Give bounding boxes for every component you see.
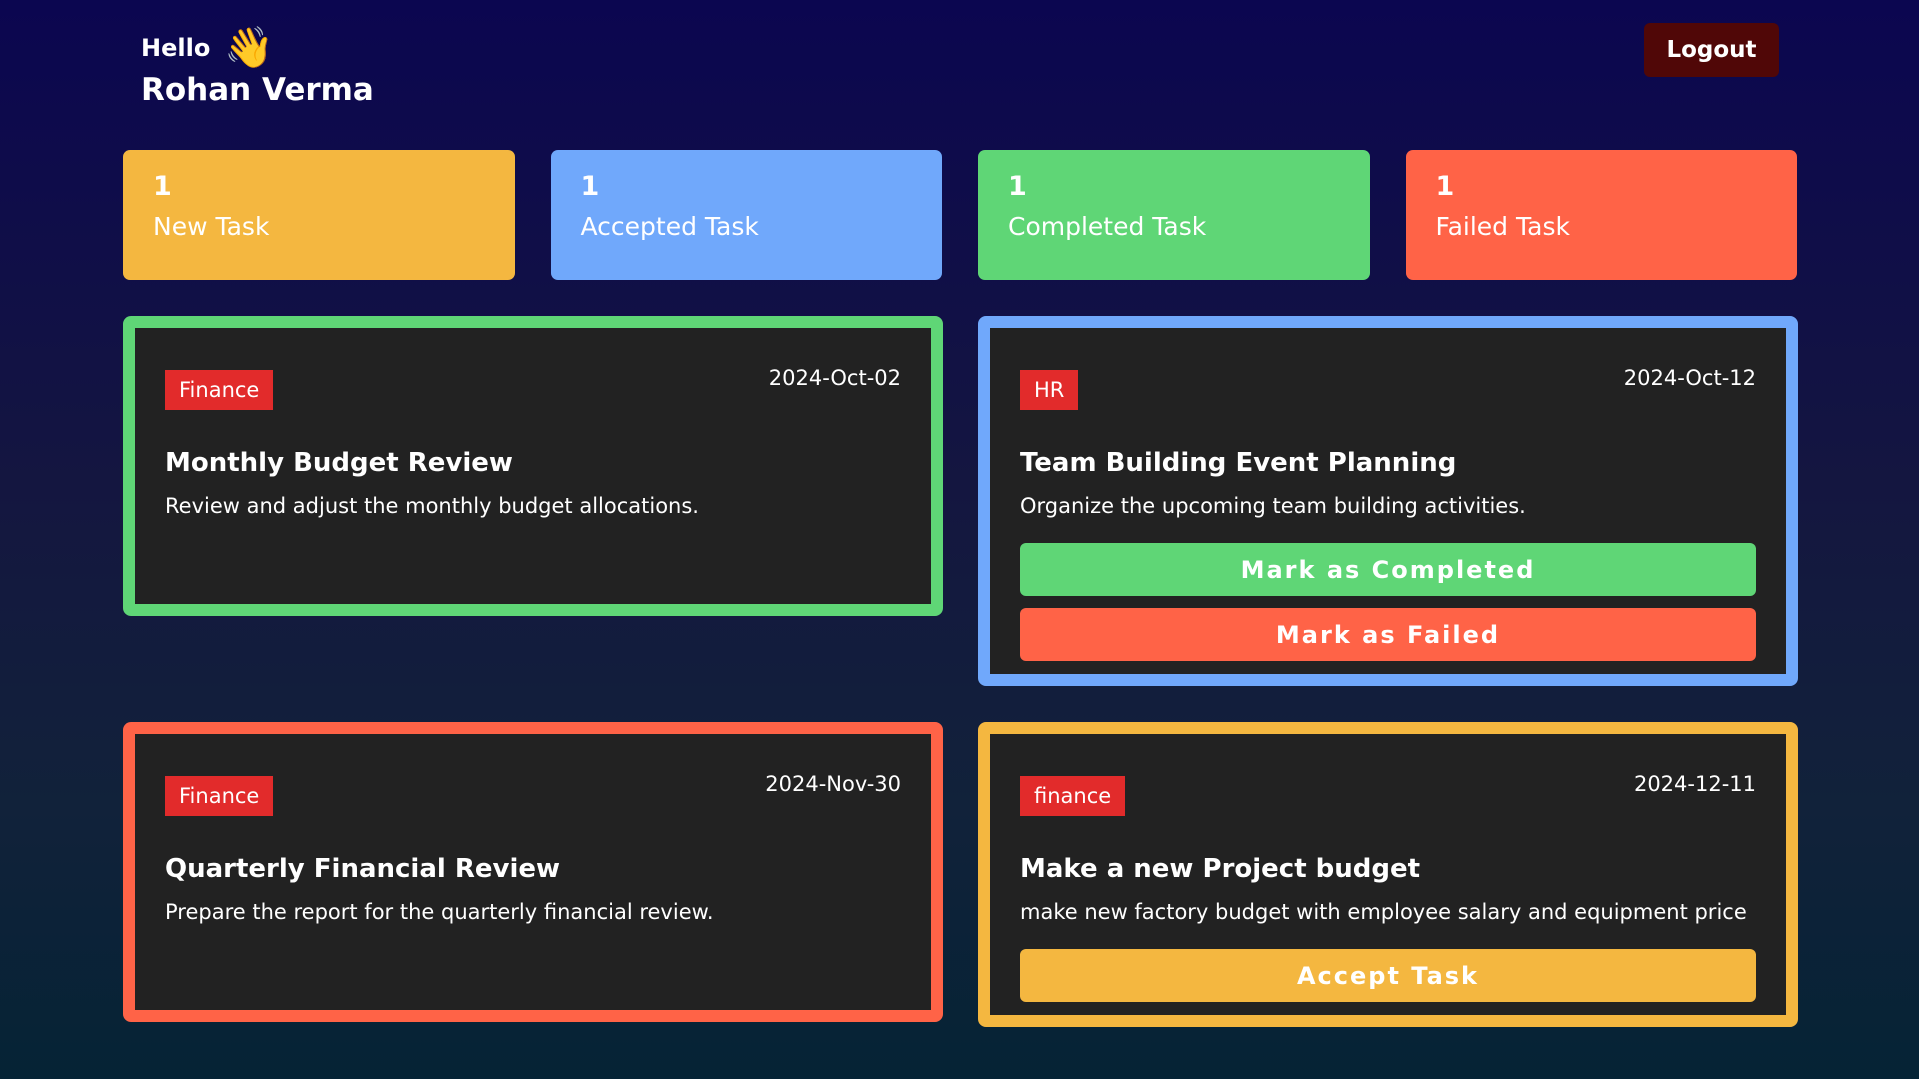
category-badge: HR bbox=[1020, 370, 1079, 410]
task-description: Prepare the report for the quarterly fin… bbox=[165, 900, 714, 924]
wave-hand-icon: 👋 bbox=[224, 25, 275, 71]
stat-count: 1 bbox=[580, 171, 600, 202]
task-header: Finance 2024-Oct-02 bbox=[165, 358, 901, 410]
task-title: Quarterly Financial Review bbox=[165, 854, 561, 884]
task-description: make new factory budget with employee sa… bbox=[1020, 900, 1747, 924]
task-date: 2024-Nov-30 bbox=[765, 772, 901, 796]
task-date: 2024-Oct-12 bbox=[1623, 366, 1756, 390]
task-date: 2024-12-11 bbox=[1633, 772, 1756, 796]
stat-label: Accepted Task bbox=[580, 212, 759, 241]
mark-failed-button[interactable]: Mark as Failed bbox=[1020, 608, 1756, 661]
user-name: Rohan Verma bbox=[141, 72, 374, 108]
category-badge: Finance bbox=[165, 370, 274, 410]
logout-button[interactable]: Logout bbox=[1644, 23, 1779, 77]
task-description: Review and adjust the monthly budget all… bbox=[165, 494, 699, 518]
stat-label: Failed Task bbox=[1435, 212, 1570, 241]
greeting-row: Hello 👋 bbox=[141, 28, 374, 68]
task-date: 2024-Oct-02 bbox=[768, 366, 901, 390]
stat-count: 1 bbox=[1008, 171, 1027, 202]
task-description: Organize the upcoming team building acti… bbox=[1020, 494, 1526, 518]
task-title: Monthly Budget Review bbox=[165, 448, 513, 478]
stat-card-new: 1 New Task bbox=[123, 150, 515, 280]
task-title: Make a new Project budget bbox=[1020, 854, 1421, 884]
task-card-completed: Finance 2024-Oct-02 Monthly Budget Revie… bbox=[123, 316, 943, 616]
stat-count: 1 bbox=[1435, 171, 1455, 202]
stat-card-completed: 1 Completed Task bbox=[978, 150, 1370, 280]
stat-label: New Task bbox=[153, 212, 270, 241]
accept-task-button[interactable]: Accept Task bbox=[1020, 949, 1756, 1002]
stat-card-accepted: 1 Accepted Task bbox=[550, 150, 942, 280]
task-card-failed: Finance 2024-Nov-30 Quarterly Financial … bbox=[123, 722, 943, 1022]
stat-card-failed: 1 Failed Task bbox=[1405, 150, 1797, 280]
stat-count: 1 bbox=[153, 171, 172, 202]
header: Hello 👋 Rohan Verma bbox=[141, 28, 374, 108]
task-stats: 1 New Task 1 Accepted Task 1 Completed T… bbox=[123, 150, 1797, 280]
task-header: Finance 2024-Nov-30 bbox=[165, 764, 901, 816]
stat-label: Completed Task bbox=[1008, 212, 1207, 241]
category-badge: Finance bbox=[165, 776, 274, 816]
task-title: Team Building Event Planning bbox=[1020, 448, 1457, 478]
category-badge: finance bbox=[1020, 776, 1126, 816]
task-header: HR 2024-Oct-12 bbox=[1020, 358, 1756, 410]
task-header: finance 2024-12-11 bbox=[1020, 764, 1756, 816]
mark-completed-button[interactable]: Mark as Completed bbox=[1020, 543, 1756, 596]
task-card-new: finance 2024-12-11 Make a new Project bu… bbox=[978, 722, 1798, 1027]
greeting-text: Hello bbox=[141, 34, 211, 62]
task-card-accepted: HR 2024-Oct-12 Team Building Event Plann… bbox=[978, 316, 1798, 686]
